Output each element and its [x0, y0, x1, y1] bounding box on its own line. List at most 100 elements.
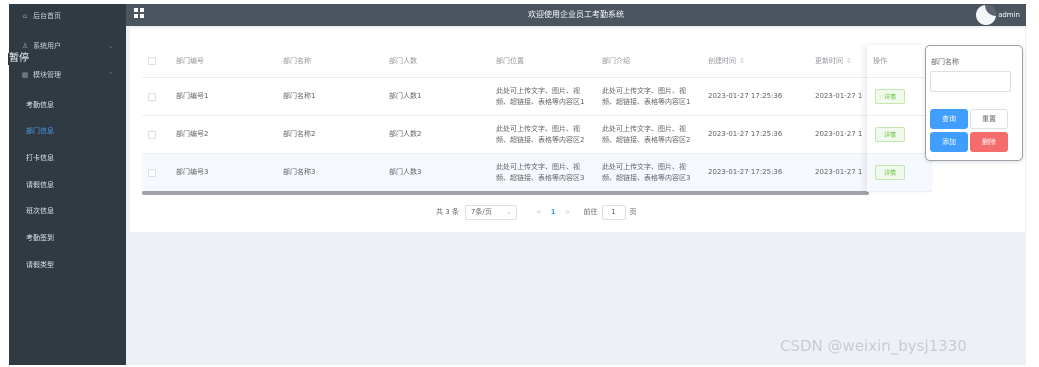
- row-checkbox[interactable]: [148, 116, 156, 153]
- action-cell: 详情: [867, 78, 932, 116]
- page-size-select[interactable]: 7条/页 ⌄: [464, 204, 517, 220]
- location-line-2: 频、超链接、表格等内容区2: [496, 135, 585, 144]
- query-button[interactable]: 查询: [930, 109, 968, 129]
- sort-icon[interactable]: ⇳: [739, 56, 745, 67]
- sidebar-item-shift[interactable]: 班次信息: [26, 206, 54, 216]
- cell-dept-intro: 此处可上传文字、图片、视 频、超链接、表格等内容区1: [602, 78, 690, 115]
- username[interactable]: admin: [998, 11, 1020, 19]
- cell-dept-location: 此处可上传文字、图片、视 频、超链接、表格等内容区3: [496, 154, 584, 191]
- table-header: 部门编号 部门名称 部门人数 部门位置 部门介绍 创建时间 ⇳ 更新时间 ⇳: [142, 45, 924, 78]
- intro-line-1: 此处可上传文字、图片、视: [602, 86, 686, 95]
- header-dept-intro: 部门介绍: [602, 56, 630, 65]
- detail-button[interactable]: 详情: [875, 127, 905, 142]
- select-all-checkbox[interactable]: [148, 45, 156, 77]
- search-panel: 部门名称 查询 重置 添加 删除: [925, 45, 1023, 161]
- chevron-down-icon: ⌄: [108, 42, 114, 50]
- cell-dept-name: 部门名称2: [283, 130, 316, 138]
- header-dept-code: 部门编号: [176, 56, 204, 65]
- header-dept-location: 部门位置: [496, 56, 524, 65]
- header-dept-count: 部门人数: [389, 56, 417, 65]
- avatar[interactable]: [976, 5, 996, 25]
- search-input[interactable]: [930, 71, 1011, 92]
- header-created[interactable]: 创建时间 ⇳: [708, 45, 745, 77]
- location-line-1: 此处可上传文字、图片、视: [496, 162, 580, 171]
- cell-created: 2023-01-27 17:25:36: [708, 92, 783, 100]
- table-row: 部门编号3 部门名称3 部门人数3 此处可上传文字、图片、视 频、超链接、表格等内…: [142, 154, 924, 192]
- header-dept-name: 部门名称: [283, 56, 311, 65]
- action-column: 操作 详情 详情 详情: [867, 45, 932, 192]
- row-checkbox[interactable]: [148, 78, 156, 115]
- app-frame: ⌂ 后台首页 ♙ 系统用户 ⌄ 暂停 ▦ 模块管理 ⌃ 考勤信息 部门信息 打卡…: [8, 4, 1026, 365]
- cell-updated: 2023-01-27 1: [815, 130, 863, 138]
- pagination: 共 3 条 7条/页 ⌄ < 1 > 前往 1 页: [436, 204, 637, 220]
- sidebar-item-clock-in[interactable]: 打卡信息: [26, 153, 54, 163]
- header-updated-label: 更新时间: [815, 56, 843, 65]
- horizontal-scrollbar[interactable]: [142, 191, 869, 195]
- header-created-label: 创建时间: [708, 56, 736, 65]
- cell-dept-intro: 此处可上传文字、图片、视 频、超链接、表格等内容区2: [602, 116, 690, 153]
- row-checkbox[interactable]: [148, 154, 156, 191]
- goto-label: 前往: [583, 208, 598, 216]
- page-unit-label: 页: [629, 208, 637, 216]
- table-row: 部门编号2 部门名称2 部门人数2 此处可上传文字、图片、视 频、超链接、表格等内…: [142, 116, 924, 154]
- table-row: 部门编号1 部门名称1 部门人数1 此处可上传文字、图片、视 频、超链接、表格等内…: [142, 78, 924, 116]
- add-button[interactable]: 添加: [930, 132, 968, 152]
- cell-dept-name: 部门名称1: [283, 92, 316, 100]
- cell-dept-name: 部门名称3: [283, 168, 316, 176]
- sidebar-home-label: 后台首页: [33, 12, 61, 20]
- cell-dept-intro: 此处可上传文字、图片、视 频、超链接、表格等内容区3: [602, 154, 690, 191]
- cell-dept-count: 部门人数1: [389, 92, 422, 100]
- watermark: CSDN @weixin_bysj1330: [780, 337, 967, 355]
- location-line-2: 频、超链接、表格等内容区1: [496, 97, 585, 106]
- cell-dept-location: 此处可上传文字、图片、视 频、超链接、表格等内容区1: [496, 78, 584, 115]
- detail-button[interactable]: 详情: [875, 89, 905, 104]
- cell-dept-count: 部门人数2: [389, 130, 422, 138]
- chevron-down-icon: ⌄: [506, 208, 512, 216]
- sidebar-item-department[interactable]: 部门信息: [26, 126, 54, 136]
- current-page[interactable]: 1: [551, 208, 556, 216]
- grid-icon: ▦: [21, 71, 29, 79]
- location-line-1: 此处可上传文字、图片、视: [496, 124, 580, 133]
- next-page-button[interactable]: >: [565, 208, 571, 216]
- main-content: 部门编号 部门名称 部门人数 部门位置 部门介绍 创建时间 ⇳ 更新时间 ⇳ 部门编…: [130, 28, 1025, 232]
- intro-line-1: 此处可上传文字、图片、视: [602, 162, 686, 171]
- sidebar-item-leave[interactable]: 请假信息: [26, 180, 54, 190]
- top-bar: 欢迎使用企业员工考勤系统 admin: [126, 4, 1026, 26]
- home-icon: ⌂: [22, 12, 28, 20]
- detail-button[interactable]: 详情: [875, 165, 905, 180]
- cell-dept-code: 部门编号3: [176, 168, 209, 176]
- prev-page-button[interactable]: <: [536, 208, 542, 216]
- search-label: 部门名称: [931, 58, 959, 66]
- sidebar-item-attendance[interactable]: 考勤信息: [26, 100, 54, 110]
- sidebar-item-sign-in[interactable]: 考勤签到: [26, 233, 54, 243]
- cell-updated: 2023-01-27 1: [815, 168, 863, 176]
- cell-created: 2023-01-27 17:25:36: [708, 168, 783, 176]
- app-title: 欢迎使用企业员工考勤系统: [528, 10, 624, 19]
- header-updated[interactable]: 更新时间 ⇳: [815, 45, 852, 77]
- delete-button[interactable]: 删除: [970, 132, 1008, 152]
- cell-dept-location: 此处可上传文字、图片、视 频、超链接、表格等内容区2: [496, 116, 584, 153]
- sidebar-module-mgmt-label: 模块管理: [33, 71, 61, 79]
- pagination-total: 共 3 条: [436, 208, 459, 216]
- location-line-1: 此处可上传文字、图片、视: [496, 86, 580, 95]
- goto-input[interactable]: 1: [601, 204, 626, 220]
- sidebar-item-module-mgmt[interactable]: ▦ 模块管理 ⌃: [9, 64, 126, 86]
- reset-button[interactable]: 重置: [970, 109, 1008, 129]
- location-line-2: 频、超链接、表格等内容区3: [496, 173, 585, 182]
- action-cell: 详情: [867, 154, 932, 192]
- intro-line-2: 频、超链接、表格等内容区2: [602, 135, 691, 144]
- action-cell: 详情: [867, 116, 932, 154]
- sidebar-item-home[interactable]: ⌂ 后台首页: [9, 5, 126, 27]
- intro-line-1: 此处可上传文字、图片、视: [602, 124, 686, 133]
- sidebar-item-leave-type[interactable]: 请假类型: [26, 260, 54, 270]
- user-icon: ♙: [21, 42, 29, 50]
- chevron-up-icon: ⌃: [108, 71, 114, 79]
- intro-line-2: 频、超链接、表格等内容区3: [602, 173, 691, 182]
- cell-dept-code: 部门编号2: [176, 130, 209, 138]
- page-size-value: 7条/页: [470, 208, 492, 216]
- header-action: 操作: [867, 45, 932, 78]
- sort-icon[interactable]: ⇳: [846, 56, 852, 67]
- sidebar-system-users-label: 系统用户: [33, 42, 61, 50]
- cell-updated: 2023-01-27 1: [815, 92, 863, 100]
- cell-created: 2023-01-27 17:25:36: [708, 130, 783, 138]
